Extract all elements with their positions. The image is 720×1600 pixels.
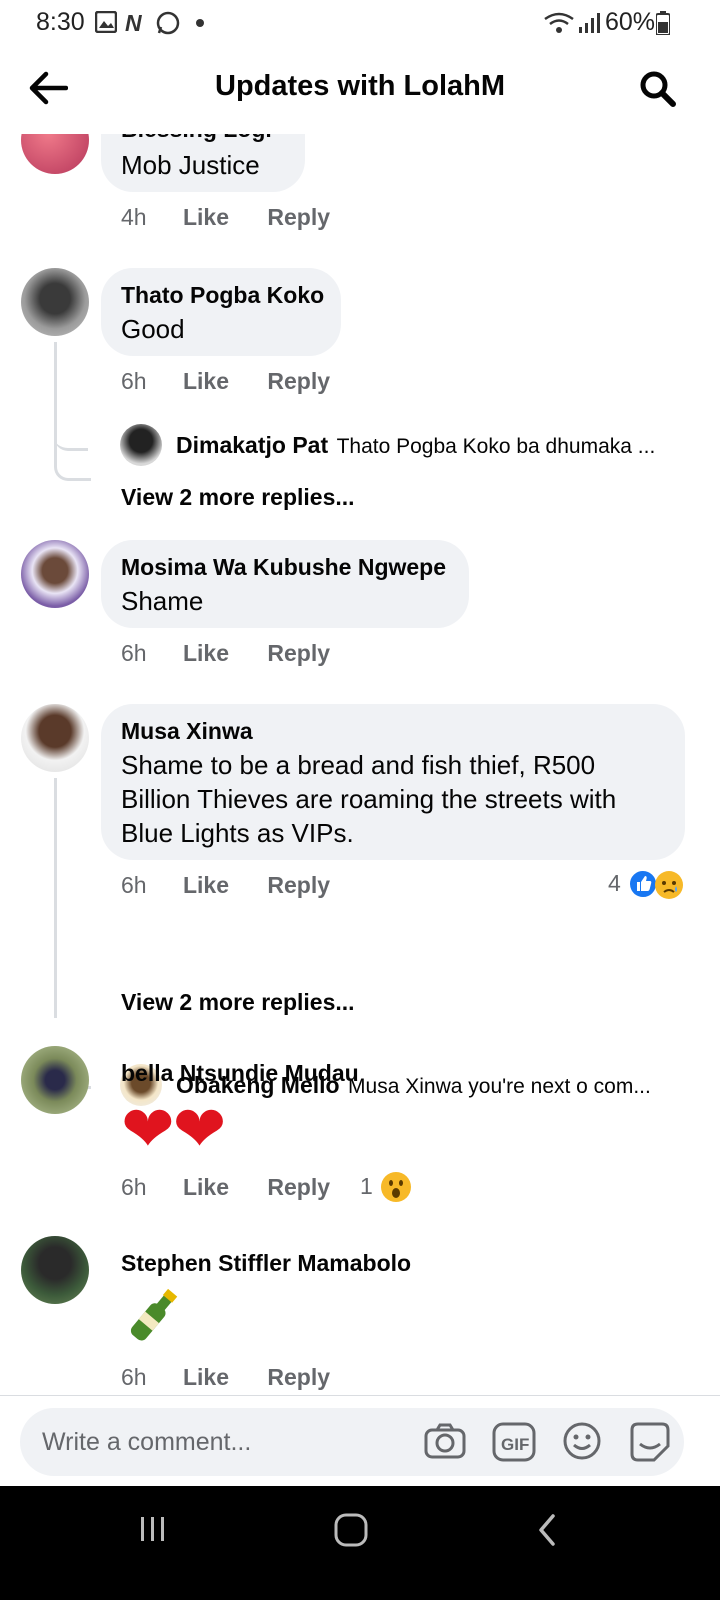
battery-percent: 60% [605, 8, 656, 36]
avatar[interactable] [21, 134, 89, 174]
comment-meta: 6h Like Reply [121, 640, 330, 667]
comment-bubble[interactable]: Mosima Wa Kubushe Ngwepe Shame [101, 540, 469, 628]
comments-list: Blessing Logi Mob Justice 4h Like Reply … [0, 134, 720, 1395]
comment-item: Thato Pogba Koko Good 6h Like Reply Dima… [0, 268, 720, 518]
like-button[interactable]: Like [183, 204, 229, 230]
reply-preview[interactable]: Dimakatjo Pat Thato Pogba Koko ba dhumak… [176, 432, 696, 459]
avatar[interactable] [21, 704, 89, 772]
reply-avatar[interactable] [120, 424, 162, 466]
sticker-icon[interactable] [628, 1420, 672, 1462]
svg-text:GIF: GIF [501, 1435, 529, 1454]
comment-author[interactable]: Musa Xinwa [121, 718, 253, 745]
sad-reaction-icon [655, 871, 683, 899]
reply-button[interactable]: Reply [267, 1174, 330, 1200]
comment-author[interactable]: Mosima Wa Kubushe Ngwepe [121, 554, 446, 581]
comment-text: Shame [121, 586, 204, 616]
comment-time: 6h [121, 872, 147, 898]
emoji-icon[interactable] [562, 1421, 602, 1461]
comment-bubble[interactable]: Musa Xinwa Shame to be a bread and fish … [101, 704, 685, 860]
reply-button[interactable]: Reply [267, 204, 330, 230]
thread-line [54, 778, 57, 1018]
search-icon[interactable] [639, 70, 677, 108]
comment-input-placeholder: Write a comment... [42, 1428, 252, 1456]
comment-time: 4h [121, 204, 147, 230]
reply-text: Thato Pogba Koko ba dhumaka ... [336, 435, 656, 458]
like-button[interactable]: Like [183, 1364, 229, 1390]
wow-reaction-icon [381, 1172, 411, 1202]
like-button[interactable]: Like [183, 368, 229, 394]
comment-item: Blessing Logi Mob Justice 4h Like Reply [0, 134, 720, 270]
champagne-bottle-icon [130, 1288, 178, 1341]
avatar[interactable] [21, 540, 89, 608]
reply-button[interactable]: Reply [267, 872, 330, 898]
reply-button[interactable]: Reply [267, 1364, 330, 1390]
like-button[interactable]: Like [183, 872, 229, 898]
comment-emoji: ❤❤ [121, 1093, 226, 1165]
comment-text-line: Billion Thieves are roaming the streets … [121, 784, 617, 814]
comment-item: Stephen Stiffler Mamabolo 6h Like Reply [0, 1236, 720, 1395]
dot-icon [196, 19, 204, 27]
comment-composer: Write a comment... GIF [0, 1395, 720, 1486]
comment-item: bella Ntsundie Mudau ❤❤ 6h Like Reply 1 [0, 1046, 720, 1216]
comment-item: Musa Xinwa Shame to be a bread and fish … [0, 704, 720, 1106]
reply-button[interactable]: Reply [267, 368, 330, 394]
wifi-icon [544, 12, 574, 33]
whatsapp-icon [156, 11, 180, 35]
home-icon[interactable] [333, 1512, 369, 1548]
avatar[interactable] [21, 1236, 89, 1304]
camera-icon[interactable] [424, 1423, 466, 1459]
battery-icon [656, 11, 670, 35]
gif-icon[interactable]: GIF [492, 1422, 536, 1462]
top-app-bar: Updates with LolahM [0, 46, 720, 134]
reply-author[interactable]: Dimakatjo Pat [176, 432, 328, 458]
signal-icon [579, 13, 600, 33]
comment-emoji [121, 1282, 187, 1348]
comment-meta: 4h Like Reply [121, 204, 330, 231]
view-more-replies[interactable]: View 2 more replies... [121, 989, 355, 1016]
comment-text-line: Blue Lights as VIPs. [121, 818, 354, 848]
comment-author[interactable]: Blessing Logi [121, 134, 272, 143]
comment-time: 6h [121, 1174, 147, 1200]
svg-text:N: N [125, 11, 142, 33]
comment-author[interactable]: Thato Pogba Koko [121, 282, 324, 309]
comment-item: Mosima Wa Kubushe Ngwepe Shame 6h Like R… [0, 540, 720, 690]
like-button[interactable]: Like [183, 640, 229, 666]
comment-meta: 6h Like Reply [121, 1364, 330, 1391]
status-bar: 8:30 N 60% [0, 0, 720, 46]
system-navigation-bar [0, 1486, 720, 1600]
comment-time: 6h [121, 1364, 147, 1390]
reaction-count: 1 [360, 1173, 373, 1199]
back-nav-icon[interactable] [535, 1512, 559, 1548]
recent-apps-icon[interactable] [137, 1513, 169, 1545]
status-time: 8:30 [36, 8, 85, 36]
comment-text: Mob Justice [121, 150, 260, 180]
comment-meta: 6h Like Reply [121, 368, 330, 395]
thread-branch [54, 438, 91, 481]
comment-author[interactable]: bella Ntsundie Mudau [121, 1060, 359, 1087]
comment-meta: 6h Like Reply [121, 1174, 330, 1201]
comment-time: 6h [121, 368, 147, 394]
like-button[interactable]: Like [183, 1174, 229, 1200]
comment-meta: 6h Like Reply [121, 872, 330, 899]
view-more-replies[interactable]: View 2 more replies... [121, 484, 355, 511]
comment-time: 6h [121, 640, 147, 666]
comment-bubble[interactable]: Blessing Logi Mob Justice [101, 134, 305, 192]
comment-text: Good [121, 314, 185, 344]
reply-button[interactable]: Reply [267, 640, 330, 666]
comment-text-line: Shame to be a bread and fish thief, R500 [121, 750, 596, 780]
comment-author[interactable]: Stephen Stiffler Mamabolo [121, 1250, 411, 1277]
page-title: Updates with LolahM [215, 70, 505, 102]
gallery-icon [95, 11, 117, 33]
reaction-count: 4 [608, 870, 621, 896]
comment-bubble[interactable]: Thato Pogba Koko Good [101, 268, 341, 356]
avatar[interactable] [21, 1046, 89, 1114]
avatar[interactable] [21, 268, 89, 336]
n-notification-icon: N [125, 11, 142, 33]
